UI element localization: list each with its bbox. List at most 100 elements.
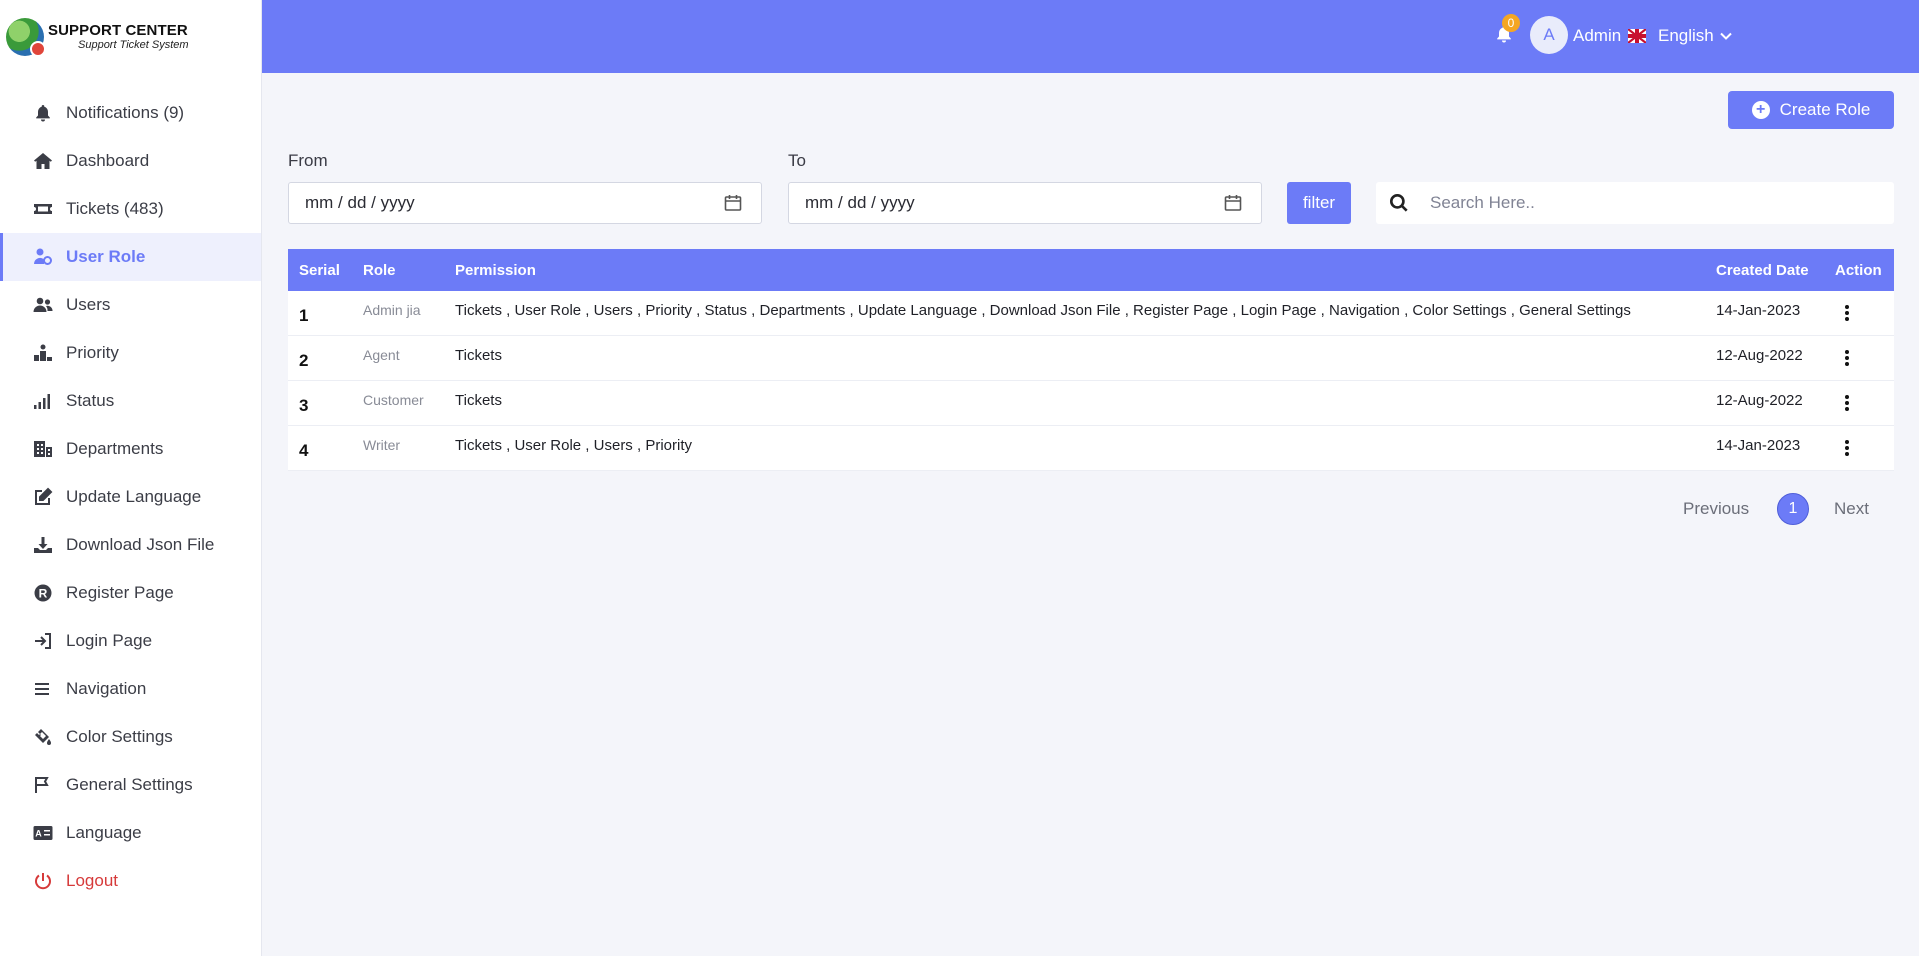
signal-icon bbox=[32, 390, 54, 412]
sidebar-item-tickets[interactable]: Tickets (483) bbox=[0, 185, 261, 233]
cell-created-date: 14-Jan-2023 bbox=[1716, 437, 1801, 454]
registered-icon: R bbox=[32, 582, 54, 604]
sidebar-item-users[interactable]: Users bbox=[0, 281, 261, 329]
home-icon bbox=[32, 150, 54, 172]
table-header: Serial Role Permission Created Date Acti… bbox=[288, 249, 1894, 291]
cell-role: Admin jia bbox=[363, 302, 421, 318]
edit-icon bbox=[32, 486, 54, 508]
cell-permission: Tickets , User Role , Users , Priority bbox=[455, 437, 692, 454]
header-role: Role bbox=[363, 262, 396, 279]
sidebar-item-navigation[interactable]: Navigation bbox=[0, 665, 261, 713]
cell-role: Agent bbox=[363, 347, 400, 363]
sidebar-item-label: Download Json File bbox=[66, 535, 215, 554]
filter-button[interactable]: filter bbox=[1287, 182, 1351, 224]
sidebar-item-label: Logout bbox=[66, 871, 118, 890]
cell-serial: 1 bbox=[299, 306, 309, 325]
sidebar-item-language[interactable]: A Language bbox=[0, 809, 261, 857]
sidebar-item-status[interactable]: Status bbox=[0, 377, 261, 425]
sidebar-item-label: Departments bbox=[66, 439, 164, 458]
search-input[interactable] bbox=[1430, 193, 1870, 213]
cell-role: Customer bbox=[363, 392, 424, 408]
sidebar-item-login-page[interactable]: Login Page bbox=[0, 617, 261, 665]
sidebar-item-label: Navigation bbox=[66, 679, 147, 698]
to-label: To bbox=[788, 151, 806, 170]
download-icon bbox=[32, 534, 54, 556]
brand-title: SUPPORT CENTER bbox=[48, 21, 188, 39]
users-icon bbox=[32, 294, 54, 316]
create-role-button[interactable]: + Create Role bbox=[1728, 91, 1894, 129]
sidebar-menu: Notifications (9) Dashboard Tickets (483… bbox=[0, 89, 261, 905]
create-role-label: Create Role bbox=[1779, 100, 1871, 119]
svg-text:R: R bbox=[39, 586, 48, 600]
cell-permission: Tickets , User Role , Users , Priority ,… bbox=[455, 302, 1631, 319]
user-role-icon bbox=[32, 246, 54, 268]
avatar[interactable]: A bbox=[1530, 16, 1568, 54]
brand-subtitle: Support Ticket System bbox=[78, 38, 189, 51]
building-icon bbox=[32, 438, 54, 460]
bell-icon bbox=[32, 102, 54, 124]
sidebar-item-label: User Role bbox=[66, 247, 146, 266]
sidebar-item-label: General Settings bbox=[66, 775, 193, 794]
more-vertical-icon[interactable] bbox=[1837, 303, 1857, 323]
language-selector[interactable]: English bbox=[1628, 26, 1733, 46]
sidebar: SUPPORT CENTER Support Ticket System Not… bbox=[0, 0, 262, 956]
more-vertical-icon[interactable] bbox=[1837, 393, 1857, 413]
calendar-icon[interactable] bbox=[1223, 193, 1243, 213]
from-date-input[interactable]: mm / dd / yyyy bbox=[288, 182, 762, 224]
cell-role: Writer bbox=[363, 437, 401, 453]
flag-icon bbox=[32, 774, 54, 796]
table-row: 2 Agent Tickets 12-Aug-2022 bbox=[288, 336, 1894, 381]
language-icon: A bbox=[32, 822, 54, 844]
sidebar-item-priority[interactable]: Priority bbox=[0, 329, 261, 377]
notification-count-badge: 0 bbox=[1502, 14, 1520, 32]
more-vertical-icon[interactable] bbox=[1837, 438, 1857, 458]
pagination-next[interactable]: Next bbox=[1834, 499, 1869, 519]
sidebar-item-notifications[interactable]: Notifications (9) bbox=[0, 89, 261, 137]
paint-bucket-icon bbox=[32, 726, 54, 748]
table-row: 4 Writer Tickets , User Role , Users , P… bbox=[288, 426, 1894, 471]
sidebar-item-label: Dashboard bbox=[66, 151, 150, 170]
top-navbar: English bbox=[262, 0, 1919, 73]
roles-table: Serial Role Permission Created Date Acti… bbox=[288, 249, 1894, 471]
sidebar-item-label: Tickets (483) bbox=[66, 199, 164, 218]
header-created-date: Created Date bbox=[1716, 262, 1809, 279]
table-row: 3 Customer Tickets 12-Aug-2022 bbox=[288, 381, 1894, 426]
bars-icon bbox=[32, 678, 54, 700]
to-date-value: mm / dd / yyyy bbox=[805, 193, 915, 212]
sidebar-item-label: Register Page bbox=[66, 583, 174, 602]
sidebar-item-label: Users bbox=[66, 295, 111, 314]
sidebar-item-download-json[interactable]: Download Json File bbox=[0, 521, 261, 569]
username-label[interactable]: Admin bbox=[1573, 26, 1621, 46]
to-date-input[interactable]: mm / dd / yyyy bbox=[788, 182, 1262, 224]
sidebar-item-user-role[interactable]: User Role bbox=[0, 233, 261, 281]
cell-serial: 2 bbox=[299, 351, 309, 370]
sidebar-item-logout[interactable]: Logout bbox=[0, 857, 261, 905]
sidebar-item-register-page[interactable]: R Register Page bbox=[0, 569, 261, 617]
ticket-icon bbox=[32, 198, 54, 220]
sidebar-item-dashboard[interactable]: Dashboard bbox=[0, 137, 261, 185]
plus-circle-icon: + bbox=[1751, 101, 1770, 119]
sidebar-item-color-settings[interactable]: Color Settings bbox=[0, 713, 261, 761]
sidebar-item-general-settings[interactable]: General Settings bbox=[0, 761, 261, 809]
cell-serial: 3 bbox=[299, 396, 309, 415]
sidebar-item-update-language[interactable]: Update Language bbox=[0, 473, 261, 521]
more-vertical-icon[interactable] bbox=[1837, 348, 1857, 368]
pagination-previous[interactable]: Previous bbox=[1683, 499, 1749, 519]
sidebar-item-departments[interactable]: Departments bbox=[0, 425, 261, 473]
cell-created-date: 12-Aug-2022 bbox=[1716, 347, 1803, 364]
cell-created-date: 14-Jan-2023 bbox=[1716, 302, 1801, 319]
sidebar-item-label: Priority bbox=[66, 343, 119, 362]
table-row: 1 Admin jia Tickets , User Role , Users … bbox=[288, 291, 1894, 336]
calendar-icon[interactable] bbox=[723, 193, 743, 213]
language-label: English bbox=[1658, 26, 1714, 45]
sidebar-item-label: Update Language bbox=[66, 487, 202, 506]
from-label: From bbox=[288, 151, 328, 170]
cell-permission: Tickets bbox=[455, 392, 502, 409]
header-action: Action bbox=[1835, 262, 1882, 279]
search-icon bbox=[1389, 193, 1408, 212]
sidebar-item-label: Login Page bbox=[66, 631, 153, 650]
brand-logo[interactable]: SUPPORT CENTER Support Ticket System bbox=[0, 0, 261, 73]
power-icon bbox=[32, 870, 54, 892]
pagination-page-current[interactable]: 1 bbox=[1777, 493, 1809, 525]
sidebar-item-label: Status bbox=[66, 391, 115, 410]
